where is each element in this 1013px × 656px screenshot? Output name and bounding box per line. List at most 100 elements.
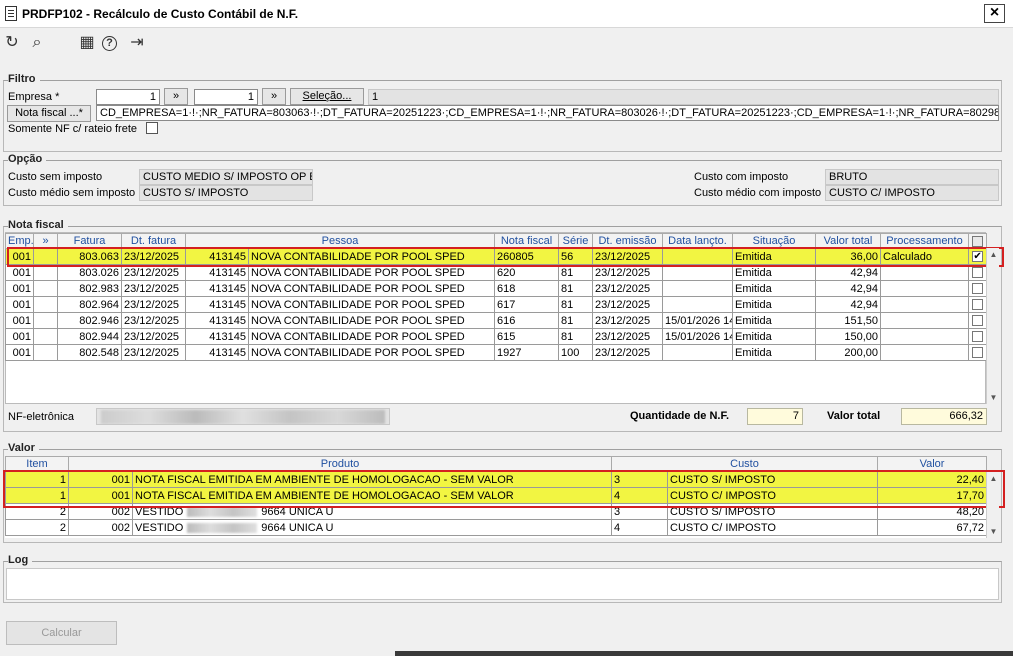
nota-fiscal-row[interactable]: 001 802.548 23/12/2025 413145 NOVA CONTABILI… [5, 344, 988, 361]
cell-expand [33, 312, 58, 329]
calendar-icon[interactable]: ▦ [77, 33, 97, 53]
produto-redacted [187, 506, 258, 517]
cell-dt-emissao: 23/12/2025 [592, 344, 664, 361]
exit-icon[interactable]: ⇥ [127, 33, 147, 53]
highlighted-items-outline [3, 470, 1005, 508]
cell-situacao: Emitida [732, 312, 817, 329]
row-select-checkbox[interactable] [972, 347, 984, 359]
selecao-field: 1 [368, 89, 999, 105]
empresa-to-input[interactable]: 1 [194, 89, 258, 105]
cell-select[interactable] [968, 344, 988, 361]
document-icon [5, 6, 17, 21]
row-select-checkbox[interactable] [972, 283, 984, 295]
valor-scroll-up-icon[interactable]: ▲ [987, 472, 1000, 485]
opcao-title: Opção [8, 153, 47, 165]
nota-fiscal-button[interactable]: Nota fiscal ...* [7, 105, 91, 122]
custo-medio-com-field[interactable]: CUSTO C/ IMPOSTO [825, 185, 999, 201]
cell-custo-code: 4 [611, 519, 668, 536]
cell-pessoa-name: NOVA CONTABILIDADE POR POOL SPED [247, 328, 496, 345]
custo-medio-sem-field[interactable]: CUSTO S/ IMPOSTO [139, 185, 313, 201]
cell-data-lancto: 15/01/2026 14 [662, 312, 734, 329]
nota-fiscal-row[interactable]: 001 802.983 23/12/2025 413145 NOVA CONTABILI… [5, 280, 988, 297]
cell-serie: 81 [558, 280, 594, 297]
custo-sem-imposto-field[interactable]: CUSTO MEDIO S/ IMPOSTO OP ENT [139, 169, 313, 185]
cell-produto-desc: VESTIDO 9664 UNICA U [132, 519, 612, 536]
row-select-checkbox[interactable] [972, 299, 984, 311]
selected-row-outline [7, 247, 1004, 267]
produto-suffix: 9664 UNICA U [261, 521, 334, 534]
cell-fatura: 802.548 [57, 344, 122, 361]
produto-desc-text: VESTIDO [135, 521, 184, 534]
log-textarea[interactable] [6, 568, 999, 600]
valor-scroll-down-icon[interactable]: ▼ [987, 525, 1000, 538]
cell-processamento [880, 344, 970, 361]
close-button[interactable]: × [984, 4, 1005, 23]
valor-row[interactable]: 2 002 VESTIDO 9664 UNICA U 4 CUSTO C/ IMPOSTO… [5, 519, 987, 536]
cell-select[interactable] [968, 280, 988, 297]
scroll-up-icon[interactable]: ▲ [987, 248, 1000, 261]
custo-com-imposto-label: Custo com imposto [694, 171, 789, 183]
somente-nf-checkbox[interactable] [146, 122, 158, 134]
filtro-title: Filtro [8, 73, 40, 85]
nota-fiscal-row[interactable]: 001 802.946 23/12/2025 413145 NOVA CONTABILI… [5, 312, 988, 329]
nf-eletronica-label: NF-eletrônica [8, 411, 75, 423]
empresa-label: Empresa * [8, 91, 60, 103]
selecao-button[interactable]: Seleção... [290, 88, 364, 105]
cell-dt-emissao: 23/12/2025 [592, 296, 664, 313]
cell-select[interactable] [968, 328, 988, 345]
refresh-icon[interactable]: ↻ [2, 33, 22, 53]
cell-dt-emissao: 23/12/2025 [592, 280, 664, 297]
nf-eletronica-redacted [101, 410, 385, 424]
cell-data-lancto [662, 280, 734, 297]
nota-fiscal-scrollbar[interactable]: ▲ ▼ [986, 248, 999, 404]
cell-processamento [880, 312, 970, 329]
cell-pessoa-code: 413145 [185, 280, 249, 297]
cell-select[interactable] [968, 312, 988, 329]
row-select-checkbox[interactable] [972, 267, 984, 279]
cell-pessoa-code: 413145 [185, 296, 249, 313]
nota-fiscal-row[interactable]: 001 802.964 23/12/2025 413145 NOVA CONTABILI… [5, 296, 988, 313]
custo-sem-imposto-label: Custo sem imposto [8, 171, 103, 183]
custo-com-imposto-field[interactable]: BRUTO [825, 169, 999, 185]
nota-fiscal-title: Nota fiscal [8, 219, 68, 231]
row-select-checkbox[interactable] [972, 315, 984, 327]
cell-pessoa-name: NOVA CONTABILIDADE POR POOL SPED [247, 344, 496, 361]
cell-emp: 001 [5, 344, 34, 361]
cell-emp: 001 [5, 328, 34, 345]
empresa-to-lookup-button[interactable]: » [262, 88, 286, 105]
cell-situacao: Emitida [732, 344, 817, 361]
custo-medio-sem-label: Custo médio sem imposto [8, 187, 136, 199]
window-title: PRDFP102 - Recálculo de Custo Contábil d… [22, 7, 299, 21]
cell-nota-fiscal: 618 [494, 280, 560, 297]
cell-pessoa-name: NOVA CONTABILIDADE POR POOL SPED [247, 296, 496, 313]
empresa-from-input[interactable]: 1 [96, 89, 160, 105]
cell-dt-fatura: 23/12/2025 [121, 344, 186, 361]
cell-situacao: Emitida [732, 280, 817, 297]
cell-processamento [880, 296, 970, 313]
cell-fatura: 802.944 [57, 328, 122, 345]
select-all-checkbox[interactable] [972, 235, 984, 247]
cell-valor-total: 150,00 [815, 328, 882, 345]
calcular-button[interactable]: Calcular [6, 621, 117, 645]
produto-redacted [187, 522, 258, 533]
row-select-checkbox[interactable] [972, 331, 984, 343]
quantidade-nf-label: Quantidade de N.F. [630, 410, 730, 422]
empresa-from-lookup-button[interactable]: » [164, 88, 188, 105]
cell-emp: 001 [5, 312, 34, 329]
cell-nota-fiscal: 617 [494, 296, 560, 313]
nota-fiscal-row[interactable]: 001 802.944 23/12/2025 413145 NOVA CONTABILI… [5, 328, 988, 345]
cell-valor-total: 151,50 [815, 312, 882, 329]
cell-pessoa-code: 413145 [185, 328, 249, 345]
valor-scrollbar[interactable]: ▲ ▼ [986, 472, 999, 538]
cell-dt-fatura: 23/12/2025 [121, 296, 186, 313]
cell-fatura: 802.946 [57, 312, 122, 329]
cell-serie: 81 [558, 328, 594, 345]
cell-select[interactable] [968, 296, 988, 313]
cell-serie: 81 [558, 312, 594, 329]
help-icon[interactable]: ? [102, 36, 117, 51]
somente-nf-label: Somente NF c/ rateio frete [8, 123, 137, 135]
nota-fiscal-filter-input[interactable]: CD_EMPRESA=1·!·;NR_FATURA=803063·!·;DT_F… [96, 105, 999, 121]
search-icon[interactable]: ⌕ [27, 33, 47, 53]
nf-eletronica-field [96, 408, 390, 425]
scroll-down-icon[interactable]: ▼ [987, 391, 1000, 404]
